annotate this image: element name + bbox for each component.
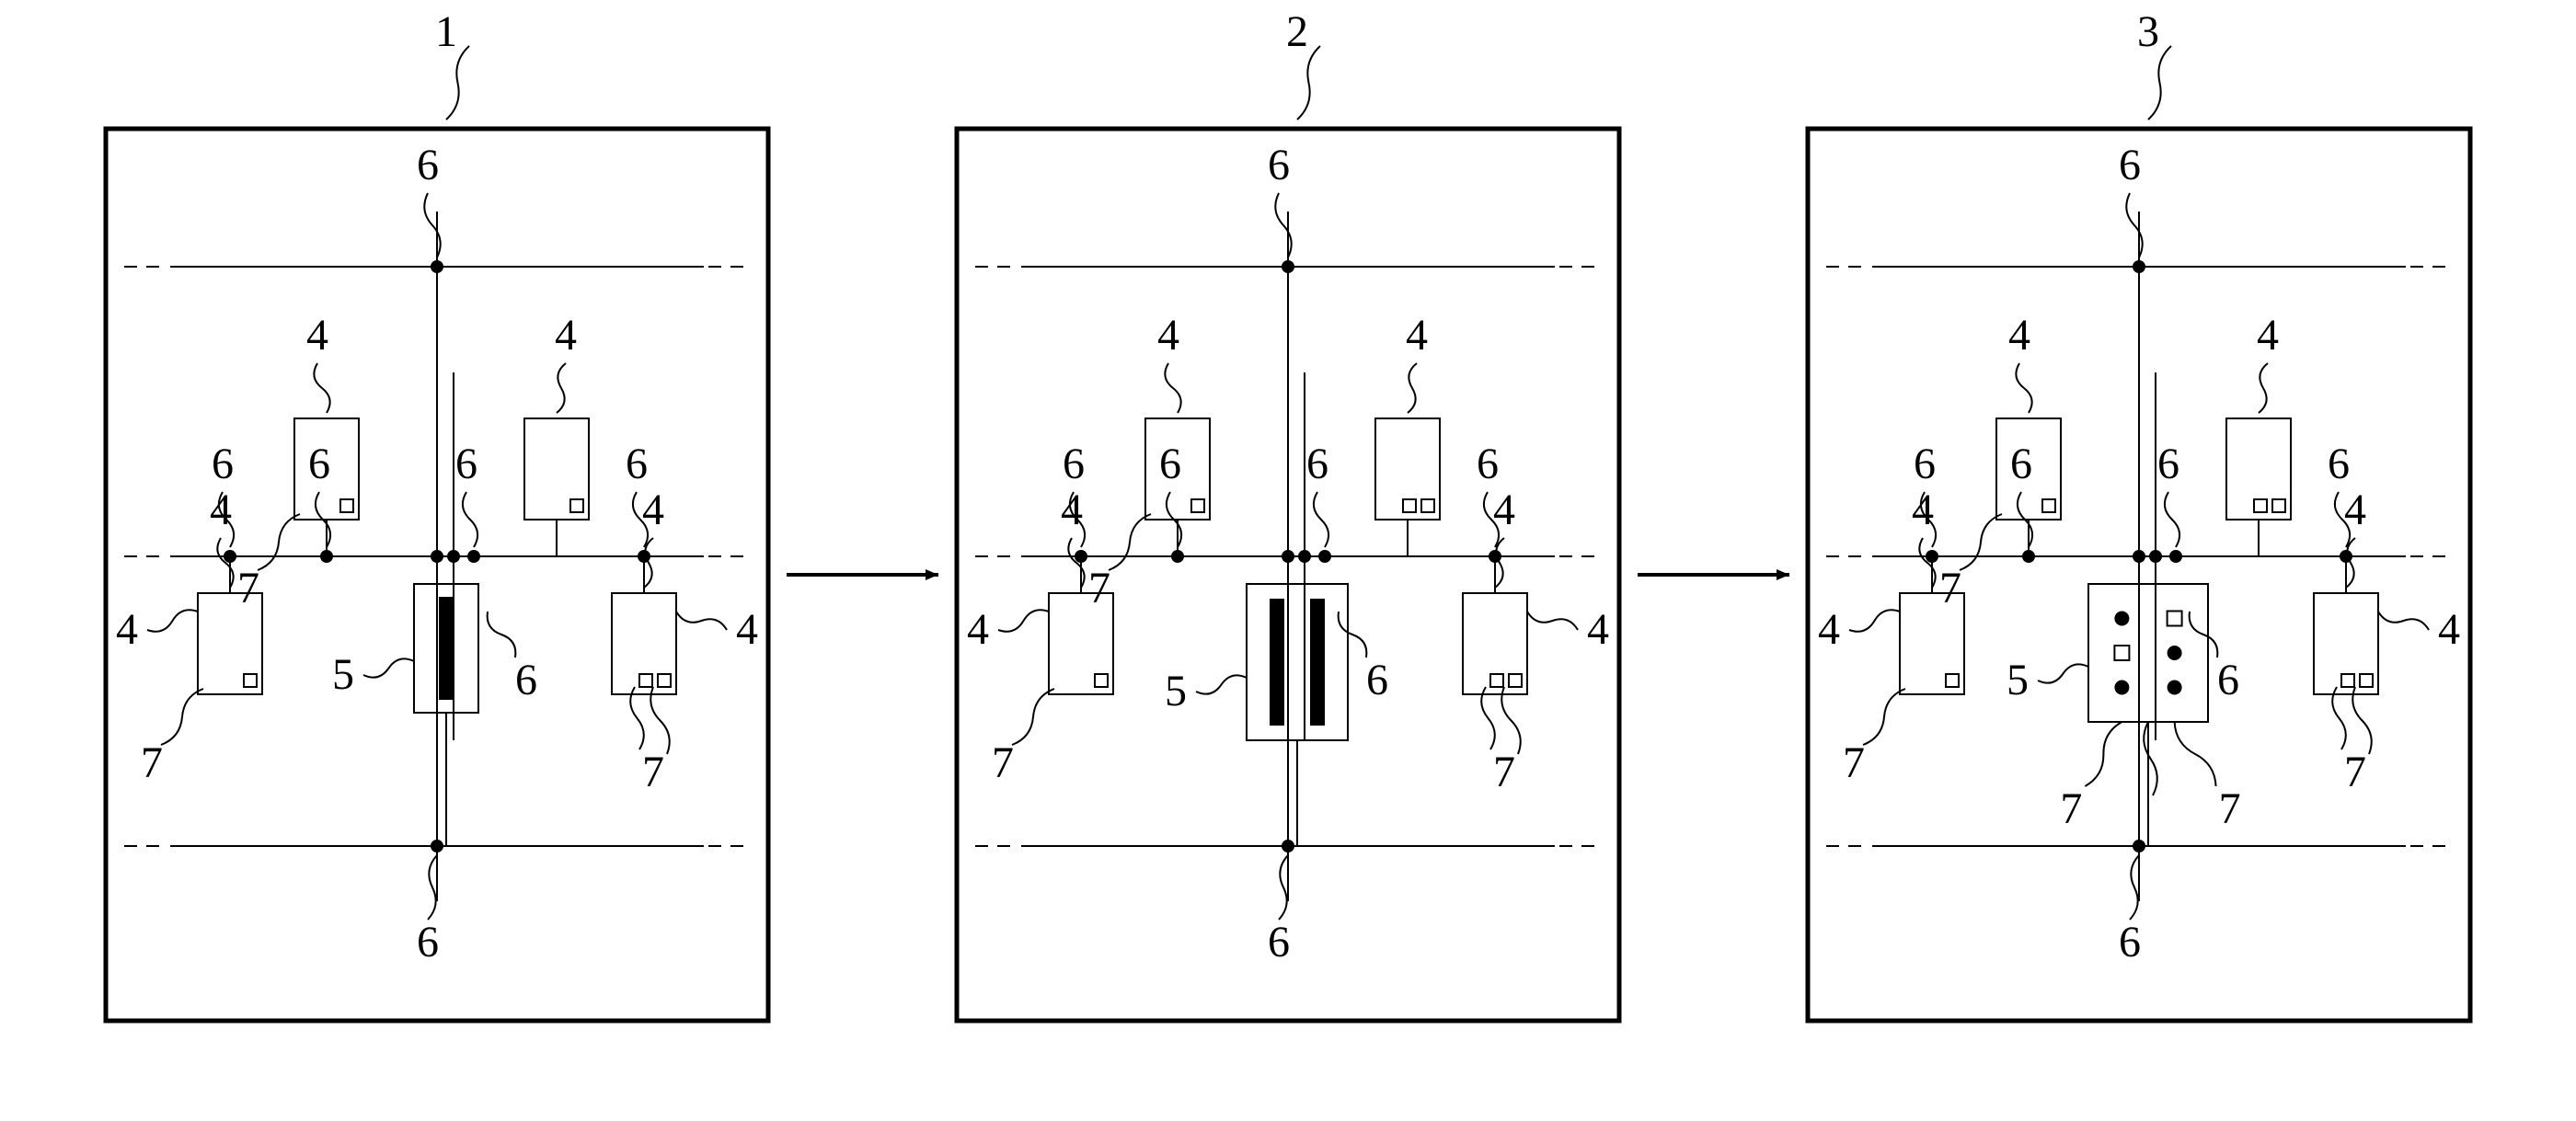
svg-text:4: 4	[736, 605, 758, 654]
svg-text:5: 5	[1165, 667, 1187, 715]
svg-text:4: 4	[1493, 486, 1515, 534]
diagram-root: 1666666647447444752666666647447444753666…	[106, 7, 2470, 1021]
svg-text:7: 7	[2344, 748, 2366, 796]
svg-text:4: 4	[306, 311, 328, 360]
svg-text:7: 7	[237, 564, 259, 612]
svg-text:7: 7	[2060, 784, 2082, 833]
svg-text:6: 6	[308, 440, 330, 488]
svg-text:6: 6	[2010, 440, 2032, 488]
svg-text:4: 4	[642, 486, 664, 534]
svg-text:6: 6	[2119, 918, 2141, 967]
svg-text:7: 7	[992, 738, 1014, 787]
svg-text:4: 4	[2438, 605, 2460, 654]
svg-text:4: 4	[555, 311, 577, 360]
panel: 166666664744744475	[106, 7, 768, 1021]
svg-text:7: 7	[1493, 748, 1515, 796]
svg-text:4: 4	[1406, 311, 1428, 360]
svg-text:4: 4	[1157, 311, 1179, 360]
svg-text:6: 6	[1268, 918, 1290, 967]
svg-text:5: 5	[332, 650, 354, 699]
svg-text:6: 6	[2157, 440, 2179, 488]
svg-text:4: 4	[116, 605, 138, 654]
svg-text:6: 6	[1159, 440, 1181, 488]
svg-text:6: 6	[417, 141, 439, 189]
svg-text:1: 1	[435, 7, 457, 56]
svg-text:6: 6	[515, 656, 537, 704]
svg-text:6: 6	[1366, 656, 1388, 704]
svg-text:7: 7	[1088, 564, 1110, 612]
svg-text:6: 6	[1063, 440, 1085, 488]
panel: 266666664744744475	[957, 7, 1619, 1021]
svg-text:4: 4	[1587, 605, 1609, 654]
svg-text:7: 7	[2219, 784, 2241, 833]
svg-text:6: 6	[455, 440, 477, 488]
svg-text:5: 5	[2007, 656, 2029, 704]
svg-text:6: 6	[2217, 656, 2239, 704]
svg-text:3: 3	[2137, 7, 2159, 56]
panel: 36666666474474447775	[1808, 7, 2470, 1021]
svg-text:6: 6	[626, 440, 648, 488]
svg-text:6: 6	[1914, 440, 1936, 488]
svg-text:6: 6	[212, 440, 234, 488]
svg-text:7: 7	[141, 738, 163, 787]
svg-text:7: 7	[1843, 738, 1865, 787]
svg-text:6: 6	[1268, 141, 1290, 189]
svg-text:6: 6	[2119, 141, 2141, 189]
svg-text:4: 4	[1818, 605, 1840, 654]
svg-text:7: 7	[1939, 564, 1961, 612]
svg-text:4: 4	[1912, 486, 1934, 534]
svg-text:6: 6	[417, 918, 439, 967]
svg-text:4: 4	[1061, 486, 1083, 534]
svg-text:2: 2	[1286, 7, 1308, 56]
svg-text:4: 4	[2344, 486, 2366, 534]
svg-text:6: 6	[2328, 440, 2350, 488]
svg-text:4: 4	[210, 486, 232, 534]
svg-text:4: 4	[2257, 311, 2279, 360]
svg-text:6: 6	[1306, 440, 1328, 488]
svg-text:7: 7	[642, 748, 664, 796]
svg-text:4: 4	[2008, 311, 2030, 360]
svg-text:6: 6	[1477, 440, 1499, 488]
svg-text:4: 4	[967, 605, 989, 654]
